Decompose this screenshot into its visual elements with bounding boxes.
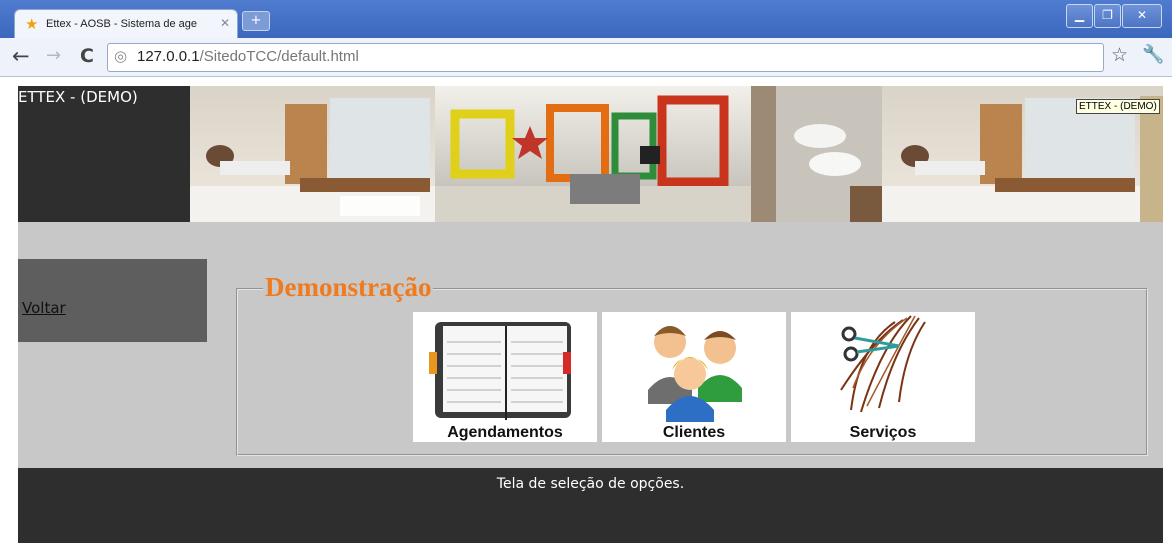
close-window-button[interactable]: ✕	[1122, 4, 1162, 28]
url-path: /SitedoTCC/default.html	[199, 48, 359, 65]
new-tab-button[interactable]: +	[242, 11, 270, 31]
browser-titlebar: ★ Ettex - AOSB - Sistema de age ✕ + ▁ ❐ …	[0, 0, 1172, 39]
back-link[interactable]: Voltar	[22, 299, 66, 317]
maximize-button[interactable]: ❐	[1094, 4, 1121, 28]
brand-title: ETTEX - (DEMO)	[18, 88, 138, 106]
section-title: Demonstração	[263, 272, 434, 303]
favicon-star-icon: ★	[25, 15, 39, 33]
browser-toolbar: ← → C ◎ 127.0.0.1/SitedoTCC/default.html…	[0, 38, 1172, 77]
salon-banner-image	[190, 86, 1163, 222]
tooltip: ETTEX - (DEMO)	[1076, 99, 1160, 114]
tab-close-icon[interactable]: ✕	[220, 16, 230, 30]
minimize-button[interactable]: ▁	[1066, 4, 1093, 28]
wrench-icon[interactable]: 🔧	[1142, 44, 1164, 66]
option-label: Clientes	[662, 424, 726, 441]
globe-icon: ◎	[114, 47, 128, 65]
tab-title: Ettex - AOSB - Sistema de age	[46, 18, 198, 30]
bookmark-star-icon[interactable]: ☆	[1111, 44, 1128, 66]
option-clientes[interactable]: Clientes	[602, 312, 786, 442]
browser-tab[interactable]: ★ Ettex - AOSB - Sistema de age ✕	[14, 9, 238, 39]
page-header: ETTEX - (DEMO)	[18, 86, 1163, 222]
agenda-book-icon	[429, 322, 571, 420]
clients-group-icon	[648, 326, 742, 422]
url-host: 127.0.0.1	[137, 48, 200, 65]
option-agendamentos[interactable]: Agendamentos	[413, 312, 597, 442]
forward-arrow-icon[interactable]: →	[46, 46, 61, 66]
main-content: Voltar Demonstração Agendamentos Cliente…	[18, 222, 1163, 468]
address-bar[interactable]: ◎ 127.0.0.1/SitedoTCC/default.html	[107, 43, 1104, 72]
sidebar: Voltar	[18, 259, 207, 342]
option-label: Agendamentos	[447, 424, 563, 441]
reload-icon[interactable]: C	[80, 45, 94, 67]
footer-text: Tela de seleção de opções.	[496, 476, 685, 492]
scissors-hair-icon	[840, 315, 926, 413]
option-label: Serviços	[849, 424, 917, 441]
option-servicos[interactable]: Serviços	[791, 312, 975, 442]
back-arrow-icon[interactable]: ←	[12, 45, 30, 67]
url-text: 127.0.0.1/SitedoTCC/default.html	[137, 48, 359, 65]
page-footer: Tela de seleção de opções.	[18, 468, 1163, 543]
